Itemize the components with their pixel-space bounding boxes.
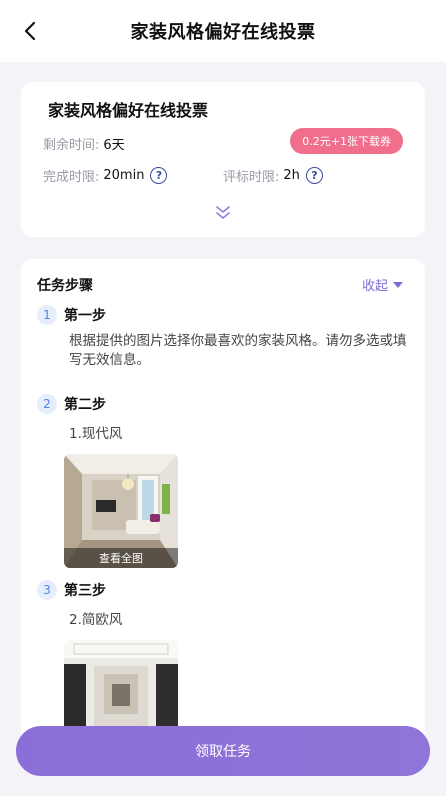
step-3-option-label: 2.简欧风 [69, 612, 123, 628]
collapse-button[interactable]: 收起 [362, 275, 403, 294]
claim-task-label: 领取任务 [195, 744, 251, 760]
steps-title: 任务步骤 [37, 278, 93, 294]
page-title: 家装风格偏好在线投票 [130, 22, 316, 43]
help-question-icon[interactable]: ? [150, 167, 168, 184]
collapse-label: 收起 [361, 279, 388, 294]
triangle-down-icon [393, 281, 403, 288]
step-number-badge: 2 [37, 394, 57, 414]
step-name: 第一步 [64, 308, 106, 324]
modern-style-image[interactable]: 查看全图 [64, 454, 178, 568]
help-question-icon[interactable]: ? [305, 167, 323, 184]
complete-limit-label: 完成时限: [43, 170, 100, 185]
step-name: 第二步 [64, 397, 106, 413]
step-number-badge: 3 [37, 580, 57, 600]
task-title: 家装风格偏好在线投票 [48, 101, 209, 120]
step-3-header: 3 第三步 [37, 580, 106, 600]
claim-task-button[interactable]: 领取任务 [16, 726, 430, 776]
step-name: 第三步 [64, 583, 106, 599]
review-limit-label: 评标时限: [223, 170, 280, 185]
complete-limit-row: 完成时限: 20min ? [43, 166, 168, 185]
view-full-image-button[interactable]: 查看全图 [64, 548, 178, 568]
step-1-header: 1 第一步 [37, 305, 106, 325]
step-2-header: 2 第二步 [37, 394, 106, 414]
complete-limit-value: 20min [103, 168, 145, 183]
expand-chevron-icon[interactable] [213, 202, 233, 222]
task-summary-card: 家装风格偏好在线投票 剩余时间: 6天 0.2元+1张下载券 完成时限: 20m… [21, 82, 425, 237]
remaining-time-value: 6天 [103, 138, 125, 153]
back-arrow-icon[interactable] [20, 20, 42, 42]
step-1-description: 根据提供的图片选择你最喜欢的家装风格。请勿多选或填写无效信息。 [69, 333, 407, 368]
review-limit-value: 2h [283, 168, 300, 183]
remaining-time-label: 剩余时间: [43, 138, 100, 153]
top-nav-bar: 家装风格偏好在线投票 [0, 0, 446, 62]
reward-badge: 0.2元+1张下载券 [290, 128, 403, 154]
step-2-option-label: 1.现代风 [69, 426, 123, 442]
remaining-time-row: 剩余时间: 6天 [43, 134, 125, 153]
review-limit-row: 评标时限: 2h ? [223, 166, 323, 185]
step-number-badge: 1 [37, 305, 57, 325]
task-steps-card: 任务步骤 收起 1 第一步 根据提供的图片选择你最喜欢的家装风格。请勿多选或填写… [21, 259, 425, 759]
